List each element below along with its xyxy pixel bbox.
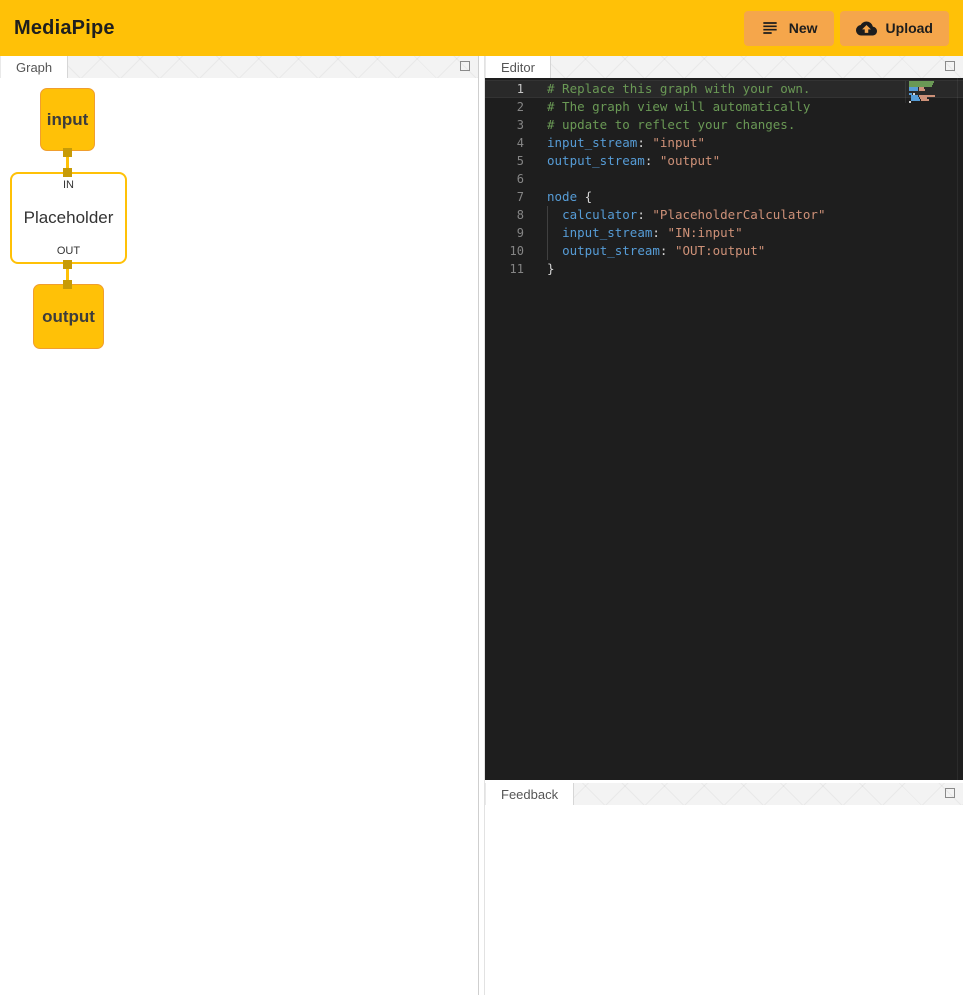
maximize-icon[interactable] — [460, 61, 470, 71]
app-bar: MediaPipe New Upload — [0, 0, 963, 56]
editor-panel-header: Editor — [485, 56, 963, 78]
graph-node-input-label: input — [47, 110, 89, 130]
feedback-content — [485, 805, 963, 995]
feedback-panel: Feedback — [485, 783, 963, 995]
port-input-out[interactable] — [63, 148, 72, 157]
line-number: 3 — [485, 116, 524, 134]
cloud-upload-icon — [856, 18, 877, 39]
code-line[interactable]: 10 output_stream: "OUT:output" — [485, 242, 963, 260]
graph-panel: Graph input IN Placeholder OUT output — [0, 56, 479, 995]
new-button-label: New — [789, 20, 818, 36]
line-number: 7 — [485, 188, 524, 206]
in-port-label: IN — [63, 179, 74, 191]
tab-feedback[interactable]: Feedback — [485, 783, 574, 805]
line-number: 11 — [485, 260, 524, 278]
graph-node-placeholder-label: Placeholder — [24, 208, 114, 228]
tab-graph-label: Graph — [16, 60, 52, 75]
app-actions: New Upload — [744, 11, 949, 46]
graph-node-placeholder[interactable]: IN Placeholder OUT — [10, 172, 127, 264]
line-number: 6 — [485, 170, 524, 188]
feedback-panel-header: Feedback — [485, 783, 963, 805]
code-line[interactable]: 6 — [485, 170, 963, 188]
tab-graph[interactable]: Graph — [0, 56, 68, 78]
code-lines: 1# Replace this graph with your own.2# T… — [485, 78, 963, 278]
code-line[interactable]: 4input_stream: "input" — [485, 134, 963, 152]
line-number: 8 — [485, 206, 524, 224]
out-port-label: OUT — [57, 245, 80, 257]
code-line[interactable]: 9 input_stream: "IN:input" — [485, 224, 963, 242]
code-line[interactable]: 3# update to reflect your changes. — [485, 116, 963, 134]
line-number: 5 — [485, 152, 524, 170]
editor-panel: Editor 1# Replace this graph with your o… — [485, 56, 963, 780]
code-line[interactable]: 2# The graph view will automatically — [485, 98, 963, 116]
line-number: 9 — [485, 224, 524, 242]
port-placeholder-in[interactable] — [63, 168, 72, 177]
port-placeholder-out[interactable] — [63, 260, 72, 269]
line-number: 4 — [485, 134, 524, 152]
line-number: 10 — [485, 242, 524, 260]
tab-editor-label: Editor — [501, 60, 535, 75]
code-line[interactable]: 7node { — [485, 188, 963, 206]
graph-node-input[interactable]: input — [40, 88, 95, 151]
tab-feedback-label: Feedback — [501, 787, 558, 802]
port-output-in[interactable] — [63, 280, 72, 289]
graph-panel-header: Graph — [0, 56, 478, 78]
line-number: 1 — [485, 80, 524, 98]
new-button[interactable]: New — [744, 11, 834, 46]
tab-editor[interactable]: Editor — [485, 56, 551, 78]
graph-node-output[interactable]: output — [33, 284, 104, 349]
maximize-icon[interactable] — [945, 788, 955, 798]
line-number: 2 — [485, 98, 524, 116]
editor-minimap[interactable] — [905, 81, 951, 103]
upload-button[interactable]: Upload — [840, 11, 949, 46]
code-editor[interactable]: 1# Replace this graph with your own.2# T… — [485, 78, 963, 780]
maximize-icon[interactable] — [945, 61, 955, 71]
subject-icon — [760, 18, 780, 38]
indent-guide — [547, 206, 548, 260]
code-line[interactable]: 8 calculator: "PlaceholderCalculator" — [485, 206, 963, 224]
graph-node-output-label: output — [42, 307, 95, 327]
code-line[interactable]: 5output_stream: "output" — [485, 152, 963, 170]
code-line[interactable]: 11} — [485, 260, 963, 278]
app-title: MediaPipe — [14, 17, 115, 40]
code-line[interactable]: 1# Replace this graph with your own. — [485, 80, 963, 98]
graph-canvas[interactable]: input IN Placeholder OUT output — [0, 78, 478, 995]
upload-button-label: Upload — [886, 20, 933, 36]
